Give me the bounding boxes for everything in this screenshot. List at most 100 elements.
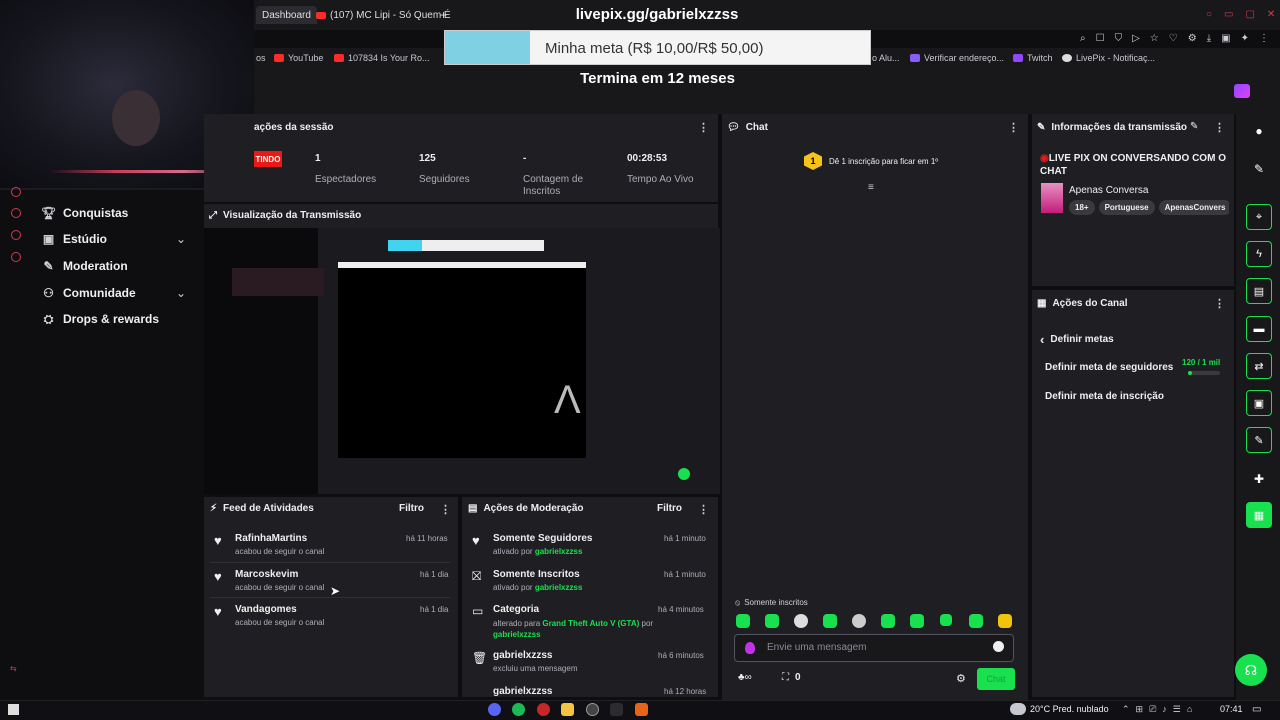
rail-icon[interactable] xyxy=(11,208,21,218)
emote-icon[interactable] xyxy=(794,614,808,628)
extension-icon[interactable]: ⌕ xyxy=(1080,33,1086,44)
tray-icons[interactable]: ⌃⊞⎚♪☰⌂ xyxy=(1122,704,1198,715)
more-options-icon[interactable]: ⋮ xyxy=(698,503,709,516)
stat-viewers-value: 1 xyxy=(315,153,321,164)
bookmark-livepix[interactable]: LivePix - Notificaç... xyxy=(1062,53,1155,63)
moderation-filter-button[interactable]: Filtro xyxy=(657,503,682,514)
stream-title[interactable]: ◉LIVE PIX ON CONVERSANDO COM O CHAT xyxy=(1040,152,1226,178)
screenshot-icon[interactable]: ▣ xyxy=(1221,33,1230,44)
sub-prompt[interactable]: Dê 1 inscrição para ficar em 1º xyxy=(829,157,938,166)
pin-icon[interactable]: ≡ xyxy=(868,182,874,193)
emote-icon[interactable] xyxy=(881,614,895,628)
emote-icon[interactable] xyxy=(940,614,952,626)
bookmark-item[interactable]: Verificar endereço... xyxy=(910,53,1004,63)
category-name[interactable]: Apenas Conversa xyxy=(1069,185,1149,196)
note-icon[interactable]: ▤ xyxy=(1246,278,1272,304)
windows-start-icon[interactable] xyxy=(8,704,19,715)
activity-user[interactable]: Vandagomes xyxy=(235,604,297,615)
shield-icon[interactable]: ⛉ xyxy=(1115,33,1123,44)
edit-icon[interactable]: ✎ xyxy=(1190,121,1198,132)
support-button[interactable]: ☊ xyxy=(1235,654,1267,686)
category-link[interactable]: Grand Theft Auto V (GTA) xyxy=(542,619,639,628)
tag[interactable]: Portuguese xyxy=(1098,200,1155,215)
more-options-icon[interactable]: ⋮ xyxy=(1008,121,1019,134)
wrench-icon[interactable]: ✎ xyxy=(1246,427,1272,453)
puzzle-icon[interactable]: ⚙ xyxy=(1188,33,1197,44)
activity-user[interactable]: Marcoskevim xyxy=(235,569,298,580)
chat-input[interactable]: Envie uma mensagem xyxy=(734,634,1014,662)
emote-icon[interactable] xyxy=(852,614,866,628)
chat-bubble-icon[interactable]: ▬ xyxy=(1246,316,1272,342)
sidebar-item-moderation[interactable]: ✎ Moderation xyxy=(42,256,127,276)
notifications-icon[interactable]: ▭ xyxy=(1252,704,1261,715)
discord-icon[interactable] xyxy=(488,703,501,716)
ai-icon[interactable]: ✦ xyxy=(1241,33,1249,44)
add-action-icon[interactable]: ✚ xyxy=(1250,470,1268,488)
obs-icon[interactable] xyxy=(586,703,599,716)
heart-icon[interactable]: ♡ xyxy=(1169,33,1178,44)
clip-icon[interactable]: ⌖ xyxy=(1246,204,1272,230)
folder-icon[interactable] xyxy=(561,703,574,716)
paint-icon[interactable] xyxy=(745,642,755,654)
more-options-icon[interactable]: ⋮ xyxy=(440,503,451,516)
more-options-icon[interactable]: ⋮ xyxy=(1214,297,1225,310)
info-icon[interactable]: ● xyxy=(1250,122,1268,140)
emote-icon[interactable] xyxy=(765,614,779,628)
bookmark-item[interactable]: 107834 Is Your Ro... xyxy=(334,53,430,63)
sidebar-item-drops[interactable]: ⛭ Drops & rewards xyxy=(42,309,159,329)
ad-icon[interactable]: ▣ xyxy=(1246,390,1272,416)
emote-icon[interactable] xyxy=(910,614,924,628)
bookmark-item[interactable]: o Alu... xyxy=(872,53,900,63)
play-icon[interactable]: ▷ xyxy=(1132,33,1140,44)
bookmark-item[interactable]: os xyxy=(256,53,266,63)
pencil-icon[interactable]: ✎ xyxy=(1250,160,1268,178)
goal-followers-button[interactable]: Definir meta de seguidores xyxy=(1045,362,1173,373)
emote-icon[interactable] xyxy=(998,614,1012,628)
sidebar-item-comunidade[interactable]: ⚇ Comunidade xyxy=(42,283,136,303)
clapper-icon[interactable]: ▦ xyxy=(1246,502,1272,528)
mod-user-link[interactable]: gabrielxzzss xyxy=(493,630,541,639)
tag[interactable]: 18+ xyxy=(1069,200,1095,215)
bookmark-youtube[interactable]: YouTube xyxy=(274,53,323,63)
rail-icon[interactable] xyxy=(11,230,21,240)
mod-user-link[interactable]: gabrielxzzss xyxy=(535,583,583,592)
menu-icon[interactable]: ⋮ xyxy=(1259,33,1269,44)
stream-preview[interactable]: Λ xyxy=(204,228,720,494)
chat-send-button[interactable]: Chat xyxy=(977,668,1015,690)
bookmark-icon[interactable]: ☐ xyxy=(1096,33,1105,44)
tag[interactable]: ApenasConvers xyxy=(1158,200,1229,215)
activity-user[interactable]: RafinhaMartins xyxy=(235,533,307,544)
category-boxart[interactable] xyxy=(1041,183,1063,213)
sidebar-item-estudio[interactable]: ▣ Estúdio xyxy=(42,229,107,249)
emoji-icon[interactable] xyxy=(993,641,1004,652)
chevron-down-icon[interactable]: ⌄ xyxy=(176,232,186,246)
opera-icon[interactable] xyxy=(537,703,550,716)
more-options-icon[interactable]: ⋮ xyxy=(1214,121,1225,134)
spotify-icon[interactable] xyxy=(512,703,525,716)
app-icon[interactable] xyxy=(635,703,648,716)
goal-subs-button[interactable]: Definir meta de inscrição xyxy=(1045,391,1164,402)
avatar[interactable] xyxy=(1234,84,1250,98)
activity-filter-button[interactable]: Filtro xyxy=(399,503,424,514)
mod-user-link[interactable]: gabrielxzzss xyxy=(535,547,583,556)
star-icon[interactable]: ☆ xyxy=(1150,33,1159,44)
settings-icon[interactable]: ⚙ xyxy=(956,672,966,685)
chevron-down-icon[interactable]: ⌄ xyxy=(176,286,186,300)
bolt-icon[interactable]: ϟ xyxy=(1246,241,1272,267)
raid-icon[interactable]: ⇄ xyxy=(1246,353,1272,379)
back-button[interactable]: ‹ Definir metas xyxy=(1040,332,1114,347)
rail-icon[interactable] xyxy=(11,187,21,197)
rail-icon[interactable]: ⇆ xyxy=(10,664,17,673)
bookmark-twitch[interactable]: Twitch xyxy=(1013,53,1053,63)
sidebar-item-conquistas[interactable]: 🏆︎ Conquistas xyxy=(41,203,128,223)
more-options-icon[interactable]: ⋮ xyxy=(698,121,709,134)
infinity-icon[interactable]: ♣∞ xyxy=(738,672,752,683)
weather[interactable]: 20°C Pred. nublado xyxy=(1030,704,1109,714)
rail-icon[interactable] xyxy=(11,252,21,262)
emote-icon[interactable] xyxy=(736,614,750,628)
emote-icon[interactable] xyxy=(969,614,983,628)
download-icon[interactable]: ⤓ xyxy=(1207,33,1211,44)
app-icon[interactable] xyxy=(610,703,623,716)
emote-icon[interactable] xyxy=(823,614,837,628)
channel-points[interactable]: ⛶ 0 xyxy=(782,672,801,683)
